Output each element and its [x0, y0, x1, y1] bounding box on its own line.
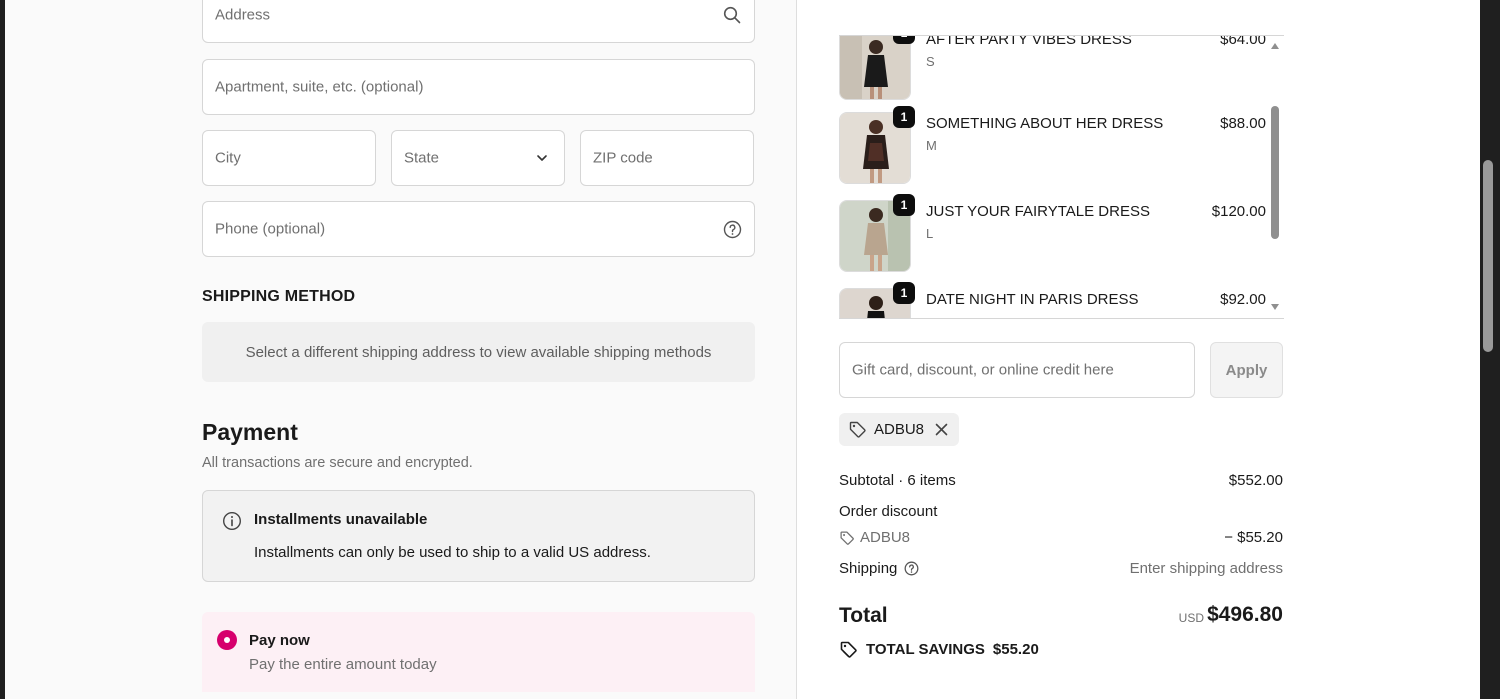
item-price: $64.00: [1220, 35, 1266, 48]
apartment-field[interactable]: Apartment, suite, etc. (optional): [202, 59, 755, 115]
list-item: 1 SOMETHING ABOUT HER DRESS M $88.00: [839, 106, 1269, 200]
chevron-down-icon: [532, 148, 552, 168]
help-icon[interactable]: [722, 219, 742, 239]
total-currency: USD: [1178, 611, 1204, 625]
phone-field[interactable]: Phone (optional): [202, 201, 755, 257]
savings-label: TOTAL SAVINGS: [866, 641, 985, 658]
scroll-down-arrow-icon[interactable]: [1270, 303, 1280, 311]
apartment-placeholder: Apartment, suite, etc. (optional): [215, 78, 424, 96]
phone-placeholder: Phone (optional): [215, 220, 326, 238]
summary-discount-code: ADBU8: [860, 529, 911, 546]
shipping-label: Shipping: [839, 560, 898, 577]
pay-now-subtitle: Pay the entire amount today: [249, 656, 437, 673]
shipping-method-heading: SHIPPING METHOD: [202, 288, 356, 305]
address-field[interactable]: Address: [202, 0, 755, 43]
window-edge-right: [1480, 0, 1500, 699]
city-placeholder: City: [215, 149, 241, 167]
subtotal-value: $552.00: [1228, 472, 1283, 489]
cart-scrollbar[interactable]: [1270, 40, 1280, 312]
quantity-badge: 1: [893, 106, 915, 128]
tag-icon: [839, 530, 855, 550]
shipping-method-text: Select a different shipping address to v…: [245, 343, 712, 361]
help-icon[interactable]: [904, 561, 919, 580]
item-name: AFTER PARTY VIBES DRESS: [926, 35, 1132, 48]
subtotal-label: Subtotal · 6 items: [839, 472, 956, 489]
state-placeholder: State: [404, 149, 440, 167]
shipping-row: Shipping Enter shipping address: [839, 560, 1283, 577]
list-item: 1 AFTER PARTY VIBES DRESS S $64.00: [839, 35, 1269, 116]
zip-field[interactable]: ZIP code: [580, 130, 754, 186]
order-discount-label: Order discount: [839, 503, 938, 520]
cart-items-list[interactable]: 1 AFTER PARTY VIBES DRESS S $64.00 1 SOM…: [839, 35, 1284, 319]
item-name: DATE NIGHT IN PARIS DRESS: [926, 291, 1139, 308]
total-amount: USD $496.80: [839, 603, 1283, 631]
discount-code: ADBU8: [874, 421, 925, 438]
zip-placeholder: ZIP code: [593, 149, 653, 167]
discount-code-placeholder: Gift card, discount, or online credit he…: [852, 361, 1114, 379]
tag-icon: [848, 420, 867, 444]
notice-text: Installments can only be used to ship to…: [254, 544, 651, 561]
pay-now-radio[interactable]: [217, 630, 237, 650]
installments-notice: Installments unavailable Installments ca…: [202, 490, 755, 582]
apply-button[interactable]: Apply: [1210, 342, 1283, 398]
discount-code-input[interactable]: Gift card, discount, or online credit he…: [839, 342, 1195, 398]
list-item: 1 DATE NIGHT IN PARIS DRESS $92.00: [839, 282, 1269, 318]
list-item: 1 JUST YOUR FAIRYTALE DRESS L $120.00: [839, 194, 1269, 288]
savings-value: $55.20: [992, 641, 1039, 658]
notice-title: Installments unavailable: [254, 511, 428, 528]
item-price: $120.00: [1211, 203, 1266, 220]
quantity-badge: 1: [893, 194, 915, 216]
subtotal-row: Subtotal · 6 items $552.00: [839, 472, 1283, 489]
shipping-value: Enter shipping address: [1129, 560, 1283, 577]
order-summary: 1 AFTER PARTY VIBES DRESS S $64.00 1 SOM…: [797, 0, 1480, 699]
item-size: S: [926, 54, 935, 69]
pay-now-title: Pay now: [249, 632, 310, 649]
savings-tag-icon: [839, 640, 858, 659]
shipping-method-message: Select a different shipping address to v…: [202, 322, 755, 382]
state-select[interactable]: State: [391, 130, 565, 186]
order-discount-row: Order discount: [839, 503, 1283, 520]
cart-scrollbar-thumb[interactable]: [1271, 106, 1279, 239]
product-thumbnail: [839, 36, 911, 100]
discount-value: − $55.20: [1224, 529, 1283, 546]
total-value: $496.80: [1207, 603, 1283, 626]
item-price: $88.00: [1220, 115, 1266, 132]
item-price: $92.00: [1220, 291, 1266, 308]
item-size: M: [926, 138, 937, 153]
quantity-badge: 1: [893, 36, 915, 44]
search-icon[interactable]: [722, 5, 742, 25]
page-scrollbar-thumb[interactable]: [1483, 160, 1493, 352]
quantity-badge: 1: [893, 282, 915, 304]
pay-now-option[interactable]: Pay now Pay the entire amount today: [202, 612, 755, 692]
close-icon[interactable]: [934, 422, 949, 442]
address-placeholder: Address: [215, 6, 271, 24]
payment-subtitle: All transactions are secure and encrypte…: [202, 455, 473, 471]
total-savings: TOTAL SAVINGS $55.20: [839, 640, 1039, 659]
scroll-up-arrow-icon[interactable]: [1270, 42, 1280, 50]
item-size: L: [926, 226, 934, 241]
info-icon: [222, 511, 242, 531]
item-name: SOMETHING ABOUT HER DRESS: [926, 115, 1164, 132]
applied-discount-chip: ADBU8: [839, 413, 959, 446]
payment-heading: Payment: [202, 419, 298, 445]
item-name: JUST YOUR FAIRYTALE DRESS: [926, 203, 1150, 220]
checkout-form: Address Apartment, suite, etc. (optional…: [5, 0, 797, 699]
city-field[interactable]: City: [202, 130, 376, 186]
